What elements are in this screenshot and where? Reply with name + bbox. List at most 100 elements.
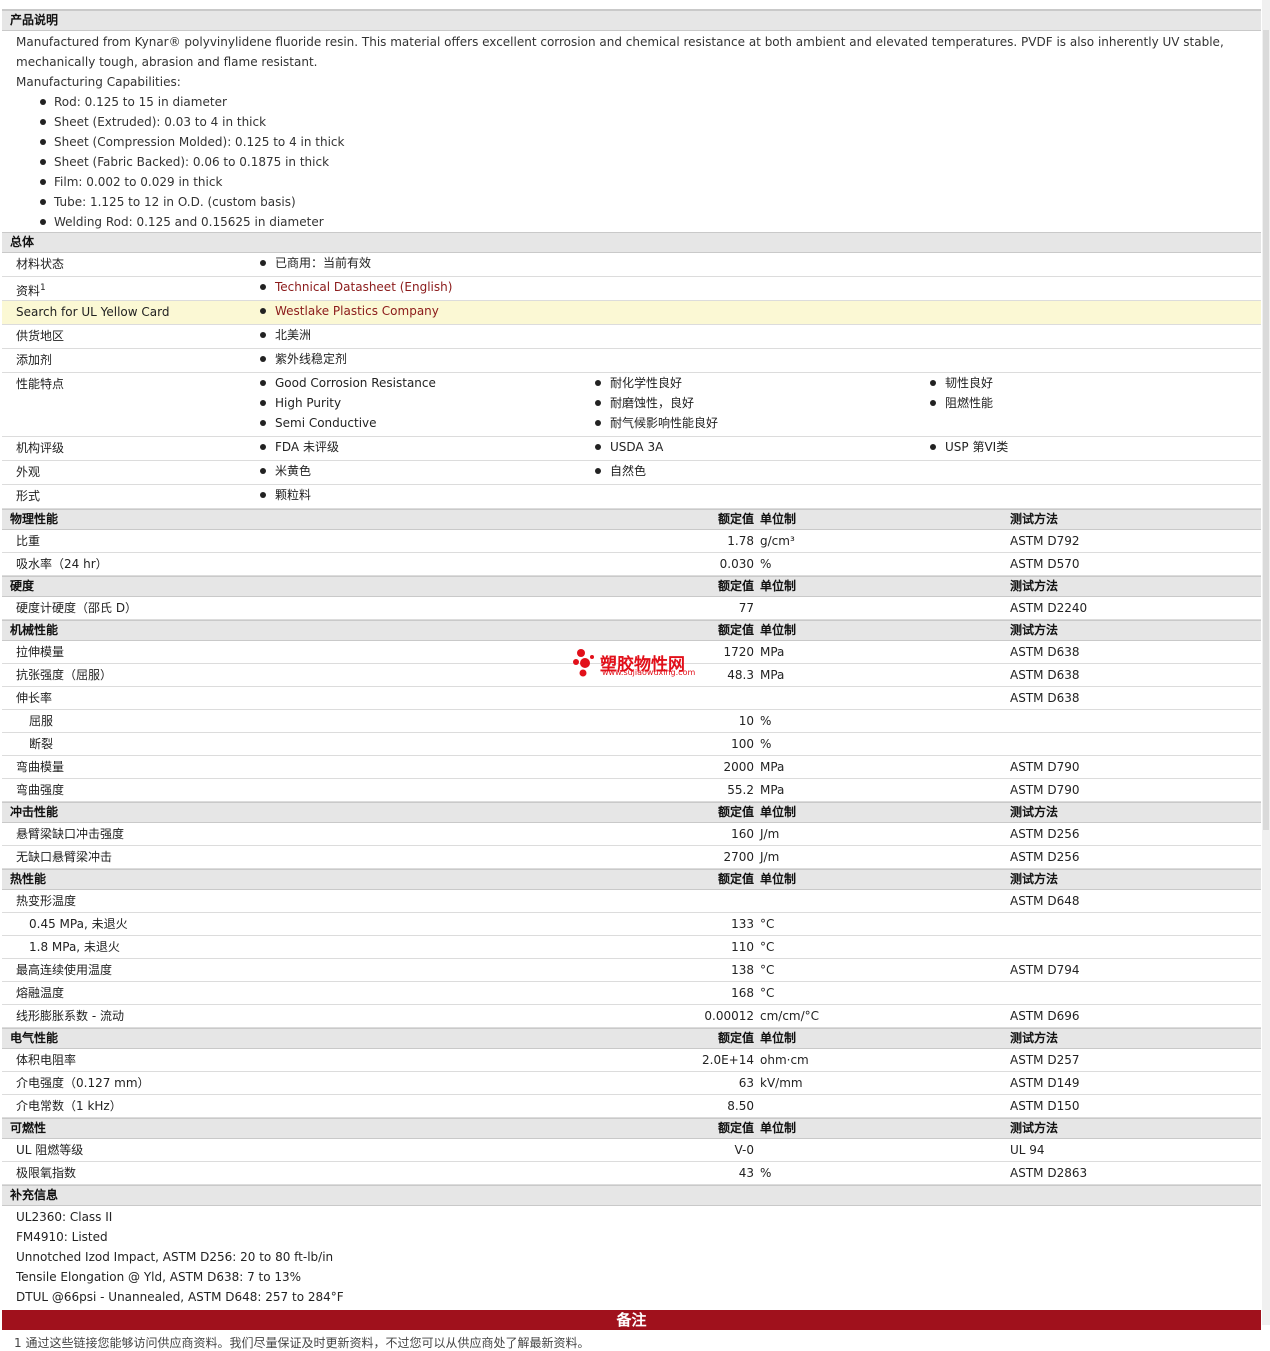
value-item: 阻燃性能: [930, 393, 993, 413]
capability-item: Sheet (Compression Molded): 0.125 to 4 i…: [40, 132, 1261, 152]
value-link[interactable]: Westlake Plastics Company: [260, 301, 439, 321]
property-unit: J/m: [760, 827, 780, 841]
property-row: 体积电阻率 2.0E+14 ohm·cm ASTM D257: [2, 1049, 1261, 1072]
supplement-line: UL2360: Class II: [16, 1210, 113, 1224]
property-label: 抗张强度（屈服）: [16, 668, 113, 682]
value-item: 韧性良好: [930, 373, 993, 393]
general-row-label: 性能特点: [16, 376, 64, 392]
value-item: 北美洲: [260, 325, 311, 345]
property-method: ASTM D648: [1010, 894, 1080, 908]
property-value: 100: [731, 737, 754, 751]
property-value: 0.00012: [704, 1009, 754, 1023]
footnote: 1 通过这些链接您能够访问供应商资料。我们尽量保证及时更新资料，不过您可以从供应…: [14, 1336, 590, 1350]
section-title: 总体: [10, 235, 35, 249]
section-title: 电气性能: [10, 1031, 59, 1045]
property-unit: MPa: [760, 783, 785, 797]
header-method: 测试方法: [1010, 1121, 1059, 1135]
property-row: 悬臂梁缺口冲击强度 160 J/m ASTM D256: [2, 823, 1261, 846]
property-label: 无缺口悬臂梁冲击: [16, 850, 113, 864]
section-title: 物理性能: [10, 512, 59, 526]
value-item: 耐磨蚀性，良好: [595, 393, 718, 413]
supplement-line: FM4910: Listed: [16, 1230, 108, 1244]
section-title: 产品说明: [10, 13, 59, 27]
section-header-properties: 冲击性能 额定值 单位制 测试方法: [2, 802, 1261, 823]
section-title: 机械性能: [10, 623, 59, 637]
property-label: 硬度计硬度（邵氏 D）: [16, 601, 138, 615]
general-value-column: 已商用：当前有效: [260, 253, 371, 273]
property-method: ASTM D2240: [1010, 601, 1088, 615]
general-row: 资料1 Technical Datasheet (English): [2, 277, 1261, 301]
general-row-label: 添加剂: [16, 352, 52, 368]
capability-item: Welding Rod: 0.125 and 0.15625 in diamet…: [40, 212, 1261, 232]
general-row-label: 机构评级: [16, 440, 64, 456]
value-item: Semi Conductive: [260, 413, 436, 433]
capability-item: Sheet (Fabric Backed): 0.06 to 0.1875 in…: [40, 152, 1261, 172]
property-row: 1.8 MPa, 未退火 110 °C: [2, 936, 1261, 959]
vertical-scrollbar[interactable]: [1262, 0, 1270, 1325]
property-label: 弯曲强度: [16, 783, 65, 797]
property-unit: %: [760, 737, 772, 751]
property-method: ASTM D638: [1010, 668, 1080, 682]
general-row-label: 形式: [16, 488, 40, 504]
general-row-label: 资料1: [16, 280, 46, 299]
watermark-dots-icon: [573, 649, 594, 677]
value-item: 耐气候影响性能良好: [595, 413, 718, 433]
property-unit: MPa: [760, 760, 785, 774]
property-value: V-0: [734, 1143, 754, 1157]
label-text: 机构评级: [16, 441, 65, 455]
value-item: 耐化学性良好: [595, 373, 718, 393]
property-value: 63: [738, 1076, 754, 1090]
property-label: 体积电阻率: [16, 1053, 77, 1067]
general-value-column: 米黄色: [260, 461, 311, 481]
header-unit: 单位制: [760, 512, 797, 526]
property-row: 热变形温度 ASTM D648: [2, 890, 1261, 913]
description-text: Manufactured from Kynar® polyvinylidene …: [16, 35, 1224, 69]
property-unit: %: [760, 557, 772, 571]
header-unit: 单位制: [760, 623, 797, 637]
section-header-general: 总体: [2, 232, 1261, 253]
header-method: 测试方法: [1010, 512, 1059, 526]
scrollbar-thumb[interactable]: [1263, 30, 1269, 830]
property-label: 线形膨胀系数 - 流动: [16, 1009, 124, 1023]
general-value-column: Good Corrosion Resistance High Purity Semi…: [260, 373, 436, 433]
property-value: 2700: [723, 850, 754, 864]
description-block: Manufactured from Kynar® polyvinylidene …: [2, 31, 1261, 232]
section-header-properties: 可燃性 额定值 单位制 测试方法: [2, 1118, 1261, 1139]
header-method: 测试方法: [1010, 872, 1059, 886]
general-row: 机构评级 FDA 未评级 USDA 3A USP 第VI类: [2, 437, 1261, 461]
property-label: 屈服: [29, 714, 54, 728]
header-method: 测试方法: [1010, 623, 1059, 637]
property-unit: kV/mm: [760, 1076, 803, 1090]
section-title: 硬度: [10, 579, 35, 593]
header-value: 额定值: [717, 805, 754, 819]
property-label: 最高连续使用温度: [16, 963, 113, 977]
property-method: ASTM D792: [1010, 534, 1080, 548]
section-title: 可燃性: [10, 1121, 47, 1135]
label-text: 性能特点: [16, 377, 65, 391]
property-value: 133: [731, 917, 754, 931]
label-text: Search for UL Yellow Card: [16, 305, 170, 319]
property-value: 1.78: [727, 534, 754, 548]
property-unit: ohm·cm: [760, 1053, 809, 1067]
general-row: 添加剂 紫外线稳定剂: [2, 349, 1261, 373]
header-method: 测试方法: [1010, 805, 1059, 819]
property-method: ASTM D257: [1010, 1053, 1080, 1067]
section-title: 热性能: [10, 872, 47, 886]
value-link[interactable]: Technical Datasheet (English): [260, 277, 452, 297]
property-method: ASTM D790: [1010, 783, 1080, 797]
capabilities-title: Manufacturing Capabilities:: [16, 75, 181, 89]
header-unit: 单位制: [760, 579, 797, 593]
watermark-url: www.sujiaowuxing.com: [602, 668, 696, 677]
header-value: 额定值: [717, 1031, 754, 1045]
property-value: 43: [738, 1166, 754, 1180]
property-method: ASTM D256: [1010, 827, 1080, 841]
general-value-column: 韧性良好 阻燃性能: [930, 373, 993, 413]
property-value: 77: [738, 601, 754, 615]
property-row: 熔融温度 168 °C: [2, 982, 1261, 1005]
property-method: ASTM D256: [1010, 850, 1080, 864]
footnote-marker: 1: [40, 283, 46, 293]
property-row: 比重 1.78 g/cm³ ASTM D792: [2, 530, 1261, 553]
property-method: ASTM D2863: [1010, 1166, 1088, 1180]
header-value: 额定值: [717, 1121, 754, 1135]
value-item: 紫外线稳定剂: [260, 349, 347, 369]
